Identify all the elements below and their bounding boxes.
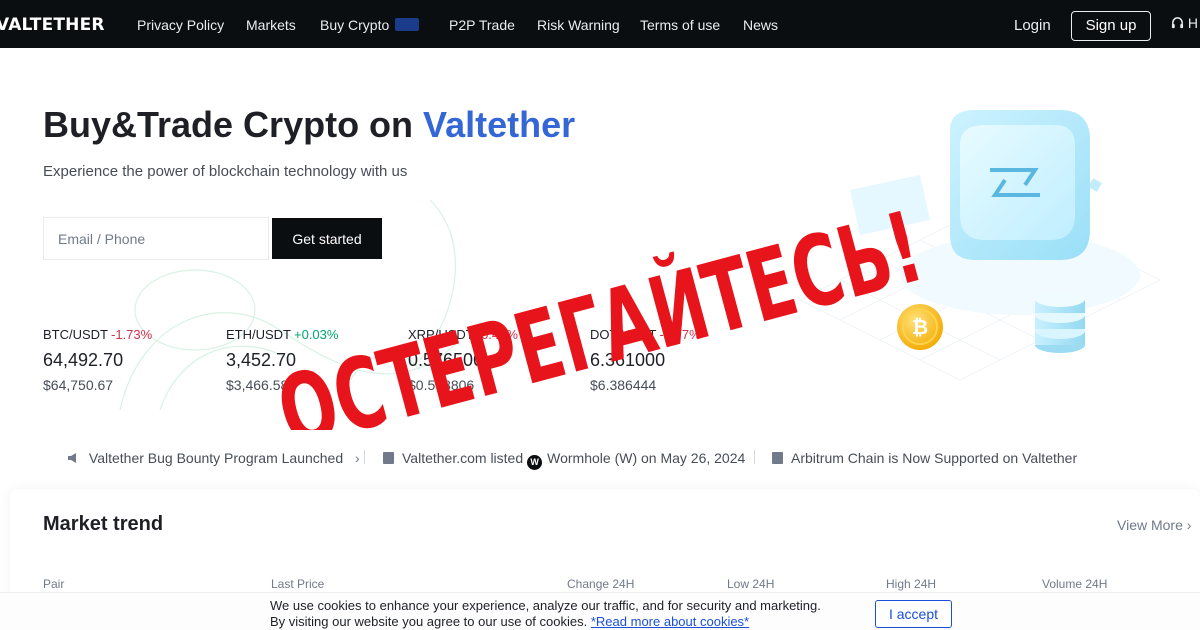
- announcement-text: Arbitrum Chain is Now Supported on Valte…: [791, 450, 1078, 466]
- login-link[interactable]: Login: [1014, 17, 1051, 34]
- ticker-usd: $64,750.67: [43, 377, 114, 393]
- hero-subtitle: Experience the power of blockchain techn…: [43, 163, 408, 180]
- divider: [364, 450, 365, 467]
- ticker-pair: ETH/USDT: [226, 327, 291, 342]
- view-more-label: View More: [1117, 517, 1183, 533]
- wormhole-icon: W: [527, 455, 543, 470]
- ticker-btc[interactable]: BTC/USDT -1.73% 64,492.70 $64,750.67: [43, 327, 213, 393]
- announcement-text: Valtether.com listed: [402, 450, 524, 466]
- column-header-last-price[interactable]: Last Price: [271, 577, 324, 591]
- card-icon: [395, 18, 420, 31]
- nav-terms-of-use[interactable]: Terms of use: [640, 17, 720, 33]
- ticker-eth[interactable]: ETH/USDT +0.03% 3,452.70 $3,466.58: [226, 327, 396, 393]
- nav-buy-crypto-label: Buy Crypto: [320, 17, 390, 33]
- hero-title: Buy&Trade Crypto on Valtether: [43, 104, 575, 146]
- ticker-price: 0.576500: [408, 350, 484, 370]
- ticker-price: 3,452.70: [226, 350, 297, 370]
- nav-news[interactable]: News: [743, 17, 778, 33]
- ticker-dot[interactable]: DOT/USDT -2.77% 6.361000 $6.386444: [590, 327, 760, 393]
- cookie-text: We use cookies to enhance your experienc…: [270, 598, 821, 630]
- help-label: H: [1187, 15, 1199, 31]
- nav-p2p-trade[interactable]: P2P Trade: [449, 17, 515, 33]
- ticker-change: -1.73%: [111, 327, 153, 342]
- ticker-price: 64,492.70: [43, 350, 124, 370]
- logo[interactable]: VALTETHER: [0, 15, 105, 35]
- megaphone-icon: [68, 453, 76, 463]
- column-header-pair[interactable]: Pair: [43, 577, 64, 591]
- column-header-high-24h[interactable]: High 24H: [886, 577, 936, 591]
- ticker-xrp[interactable]: XRP/USDT -0.41% 0.576500 $0.578806: [408, 327, 578, 393]
- hero-title-text: Buy&Trade Crypto on: [43, 104, 424, 145]
- market-trend-title: Market trend: [43, 513, 164, 535]
- chevron-right-icon: ›: [355, 450, 360, 466]
- nav-risk-warning[interactable]: Risk Warning: [537, 17, 620, 33]
- accept-cookies-button[interactable]: I accept: [875, 600, 952, 628]
- ticker-change: -0.41%: [476, 327, 518, 342]
- cookie-line-1: We use cookies to enhance your experienc…: [270, 598, 821, 613]
- ticker-pair: XRP/USDT: [408, 327, 474, 342]
- ticker-change: +0.03%: [294, 327, 339, 342]
- column-header-volume-24h[interactable]: Volume 24H: [1042, 577, 1107, 591]
- hero-illustration: ₿: [798, 110, 1162, 381]
- announcement-item[interactable]: Valtether.com listed W Wormhole (W) on May…: [383, 450, 745, 470]
- column-header-change-24h[interactable]: Change 24H: [567, 577, 634, 591]
- ticker-usd: $6.386444: [590, 377, 657, 393]
- nav-markets[interactable]: Markets: [246, 17, 296, 33]
- document-icon: [772, 452, 783, 464]
- ticker-pair: DOT/USDT: [590, 327, 657, 342]
- svg-text:₿: ₿: [912, 315, 928, 339]
- document-icon: [383, 452, 394, 464]
- email-phone-input[interactable]: [43, 217, 269, 260]
- chevron-right-icon: ›: [1186, 517, 1192, 533]
- nav-buy-crypto[interactable]: Buy Crypto: [320, 17, 420, 33]
- announcement-item[interactable]: Arbitrum Chain is Now Supported on Valte…: [772, 450, 1077, 466]
- ticker-usd: $0.578806: [408, 377, 475, 393]
- ticker-price: 6.361000: [590, 350, 666, 370]
- nav-privacy-policy[interactable]: Privacy Policy: [137, 17, 224, 33]
- headset-icon: [1171, 17, 1184, 29]
- top-nav: VALTETHER Privacy Policy Markets Buy Cry…: [0, 0, 1200, 48]
- announcement-bar: Valtether Bug Bounty Program Launched › …: [0, 440, 1200, 476]
- cookie-line-2: By visiting our website you agree to our…: [270, 614, 588, 629]
- cookie-read-more-link[interactable]: *Read more about cookies*: [591, 614, 749, 629]
- hero-title-brand: Valtether: [423, 104, 576, 145]
- announcement-text: Valtether Bug Bounty Program Launched: [88, 450, 344, 466]
- get-started-button[interactable]: Get started: [272, 218, 382, 259]
- announcement-item[interactable]: Valtether Bug Bounty Program Launched ›: [67, 450, 360, 466]
- announcement-token: Wormhole (W) on May 26, 2024: [547, 450, 746, 466]
- ticker-usd: $3,466.58: [226, 377, 289, 393]
- view-more-link[interactable]: View More ›: [1117, 517, 1191, 533]
- signup-button[interactable]: Sign up: [1071, 11, 1151, 41]
- ticker-pair: BTC/USDT: [43, 327, 108, 342]
- column-header-low-24h[interactable]: Low 24H: [727, 577, 774, 591]
- ticker-change: -2.77%: [659, 327, 701, 342]
- help-link[interactable]: H: [1171, 15, 1198, 31]
- divider: [754, 450, 755, 467]
